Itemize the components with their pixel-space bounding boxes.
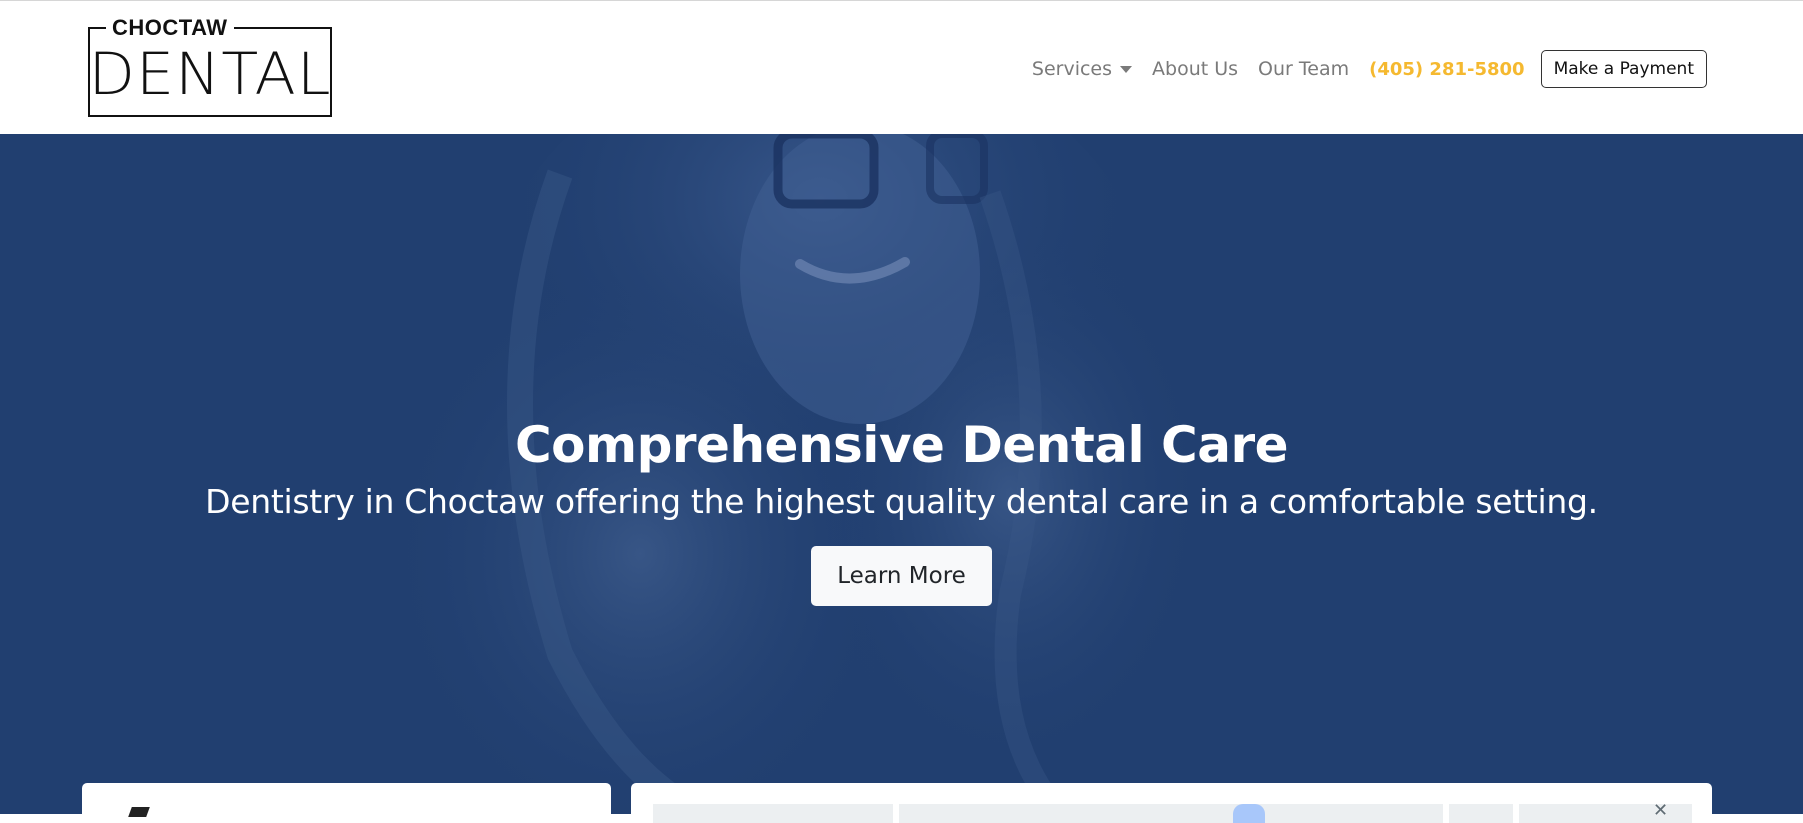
hero-title: Comprehensive Dental Care — [514, 416, 1289, 474]
logo-main-text: DENTAL — [88, 40, 332, 108]
nav-services-dropdown[interactable]: Services — [1031, 58, 1133, 80]
brand-logo[interactable]: CHOCTAW DENTAL — [88, 15, 332, 117]
phone-link[interactable]: (405) 281-5800 — [1369, 59, 1524, 80]
map-card: ✕ — [631, 783, 1712, 823]
navbar: CHOCTAW DENTAL Services About Us Our Tea… — [0, 1, 1803, 134]
logo-top-text: CHOCTAW — [106, 15, 234, 41]
learn-more-button[interactable]: Learn More — [811, 546, 992, 606]
nav-our-team[interactable]: Our Team — [1258, 58, 1349, 80]
nav-about-us[interactable]: About Us — [1152, 58, 1238, 80]
tooth-icon — [128, 807, 150, 817]
chevron-down-icon — [1120, 65, 1133, 73]
nav-services-label: Services — [1031, 58, 1113, 80]
make-payment-button[interactable]: Make a Payment — [1540, 50, 1707, 88]
info-card-left — [82, 783, 611, 823]
main-nav: Services About Us Our Team (405) 281-580… — [1032, 49, 1707, 89]
map-marker-icon: ✕ — [1653, 800, 1669, 821]
hero-section: Comprehensive Dental Care Dentistry in C… — [0, 134, 1803, 814]
hero-subtitle: Dentistry in Choctaw offering the highes… — [205, 482, 1598, 521]
hero-content: Comprehensive Dental Care Dentistry in C… — [0, 414, 1803, 606]
